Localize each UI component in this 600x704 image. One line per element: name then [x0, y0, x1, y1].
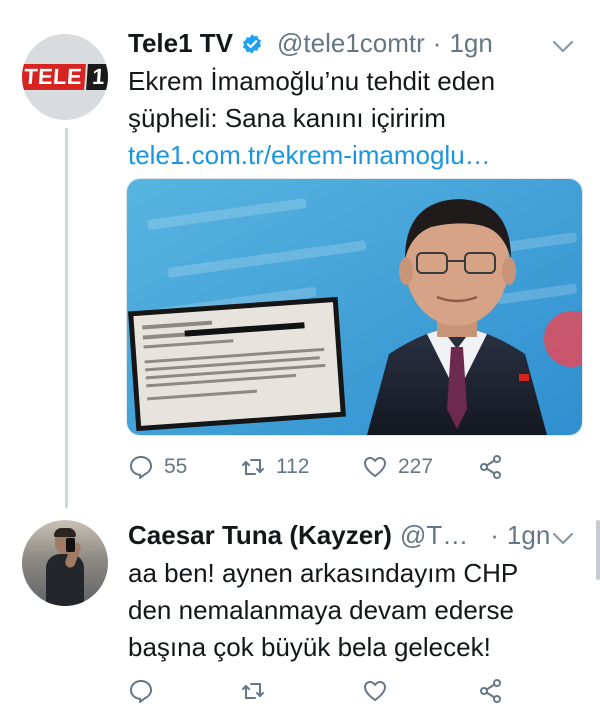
- tweet-text-line: aa ben! aynen arkasındayım CHP: [128, 558, 519, 588]
- media-image[interactable]: [126, 178, 583, 436]
- retweet-count: 112: [276, 455, 310, 478]
- chevron-down-icon[interactable]: [552, 532, 574, 546]
- share-button[interactable]: [478, 454, 514, 480]
- tele1-logo: TELE 1: [22, 64, 108, 90]
- tweet-text-line: başına çok büyük bela gelecek!: [128, 632, 491, 662]
- tweet-text: aa ben! aynen arkasındayım CHP den nemal…: [128, 555, 518, 666]
- tweet-text-line: Ekrem İmamoğlu’nu tehdit eden: [128, 66, 496, 96]
- news-photo: [127, 179, 582, 435]
- retweet-icon: [242, 459, 264, 475]
- share-icon: [480, 679, 501, 703]
- avatar[interactable]: [22, 520, 108, 606]
- tweet-header: Tele1 TV @tele1comtr · 1gn: [128, 28, 493, 59]
- reply-count: 55: [164, 455, 188, 478]
- share-button[interactable]: [478, 678, 514, 704]
- tweet-actions: [128, 678, 514, 704]
- tweet-actions: 55 112 227: [128, 454, 514, 480]
- author-name[interactable]: Caesar Tuna (Kayzer): [128, 520, 392, 551]
- separator-dot: ·: [490, 520, 499, 550]
- author-handle[interactable]: @tele1comtr: [277, 28, 425, 59]
- tweet-link[interactable]: tele1.com.tr/ekrem-imamoglu…: [128, 137, 495, 174]
- verified-badge-icon: [243, 33, 261, 54]
- like-icon: [364, 681, 386, 701]
- like-button[interactable]: [362, 678, 478, 704]
- like-icon: [364, 457, 386, 477]
- share-icon: [480, 455, 501, 479]
- separator-dot: ·: [432, 28, 442, 58]
- avatar[interactable]: TELE 1: [22, 34, 108, 120]
- reply-icon: [130, 680, 152, 703]
- like-button[interactable]: 227: [362, 454, 478, 480]
- retweet-icon: [242, 683, 264, 699]
- tweet-header: Caesar Tuna (Kayzer) @T… · 1gn: [128, 520, 550, 551]
- tweet-time[interactable]: 1gn: [449, 28, 492, 59]
- retweet-button[interactable]: 112: [240, 454, 362, 480]
- tweet-tele1[interactable]: TELE 1 Tele1 TV @tele1comtr · 1gn Ekrem İ…: [0, 0, 600, 500]
- tweet-reply[interactable]: Caesar Tuna (Kayzer) @T… · 1gn aa ben! a…: [0, 500, 600, 703]
- tweet-text-line: şüpheli: Sana kanını içiririm: [128, 103, 446, 133]
- like-count: 227: [398, 455, 434, 478]
- reply-button[interactable]: [128, 678, 240, 704]
- author-name[interactable]: Tele1 TV: [128, 28, 233, 59]
- chevron-down-icon[interactable]: [552, 40, 574, 54]
- reply-button[interactable]: 55: [128, 454, 240, 480]
- retweet-button[interactable]: [240, 678, 362, 704]
- author-handle[interactable]: @T…: [400, 520, 468, 551]
- tweet-text-line: den nemalanmaya devam ederse: [128, 595, 514, 625]
- reply-icon: [130, 456, 152, 479]
- scrollbar-thumb[interactable]: [596, 520, 600, 580]
- tweet-text: Ekrem İmamoğlu’nu tehdit eden şüpheli: S…: [128, 63, 495, 174]
- tweet-time[interactable]: 1gn: [507, 520, 550, 551]
